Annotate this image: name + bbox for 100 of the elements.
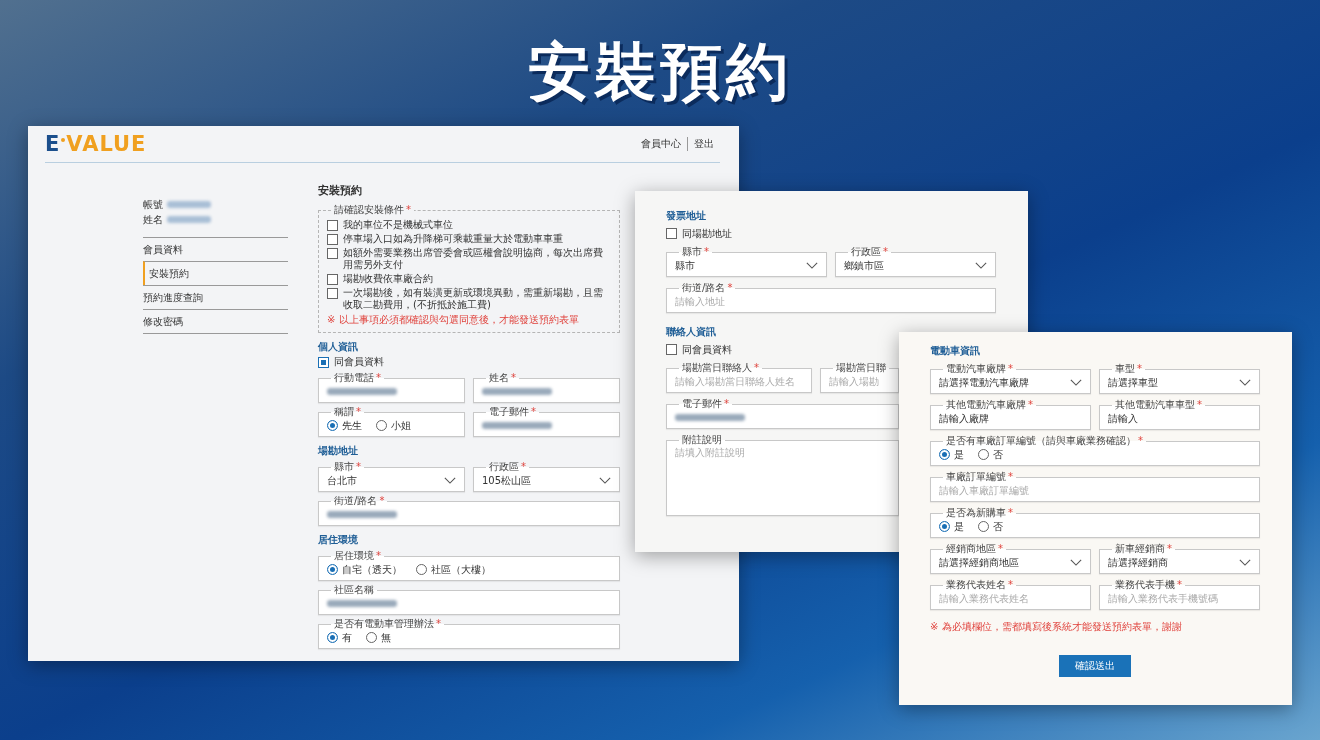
checkbox-label: 一次場勘後，如有裝潢更新或環境異動，需重新場勘，且需收取二勘費用，(不折抵於施工費) [343, 287, 604, 311]
checkbox[interactable] [327, 220, 338, 231]
placeholder-text: 請輸入地址 [675, 294, 725, 309]
field-label: 居住環境 * [333, 550, 382, 562]
sidebar-item[interactable]: 會員資料 [143, 237, 288, 261]
field-value: 105松山區 [482, 473, 532, 488]
radio-button[interactable] [366, 632, 377, 643]
field-label: 姓名 * [488, 372, 517, 384]
radio-label: 否 [993, 519, 1003, 534]
radio-button[interactable] [939, 521, 950, 532]
checkbox-label: 同會員資料 [682, 343, 732, 356]
field-label: 業務代表手機 * [1114, 579, 1183, 591]
checkbox-label: 同場勘地址 [682, 227, 732, 240]
select-field[interactable]: 縣市 * 縣市 [666, 246, 827, 277]
select-field[interactable]: 電動汽車廠牌 * 請選擇電動汽車廠牌 [930, 363, 1091, 394]
field-label: 是否為新購車 * [945, 507, 1014, 519]
checkbox[interactable] [327, 234, 338, 245]
select-field[interactable]: 行政區 * 鄉鎮市區 [835, 246, 996, 277]
account-label: 姓名 [143, 212, 163, 227]
input-field[interactable]: 其他電動汽車車型 * 請輸入 [1099, 399, 1260, 430]
placeholder-text: 請輸入業務代表姓名 [939, 591, 1029, 606]
radio-button[interactable] [376, 420, 387, 431]
nav-link[interactable]: 登出 [687, 137, 720, 151]
radio-button[interactable] [939, 449, 950, 460]
checkbox-label: 我的車位不是機械式車位 [343, 219, 453, 231]
radio-button[interactable] [327, 420, 338, 431]
chevron-down-icon [1070, 559, 1082, 566]
placeholder-text: 請輸入場勘 [829, 374, 879, 389]
sidebar-item[interactable]: 安裝預約 [143, 261, 288, 285]
select-field[interactable]: 新車經銷商 * 請選擇經銷商 [1099, 543, 1260, 574]
submit-button[interactable]: 確認送出 [1059, 655, 1131, 677]
field-label: 車廠訂單編號 * [945, 471, 1014, 483]
checkbox[interactable] [318, 357, 329, 368]
warning-note: ※ 為必填欄位，需都填寫後系統才能發送預約表單，謝謝 [930, 620, 1183, 633]
field-label: 業務代表姓名 * [945, 579, 1014, 591]
select-field[interactable]: 行政區 * 105松山區 [473, 461, 620, 492]
section-title: 聯絡人資訊 [666, 325, 717, 339]
nav-link[interactable]: 會員中心 [635, 137, 687, 151]
input-field[interactable]: 其他電動汽車廠牌 * 請輸入廠牌 [930, 399, 1091, 430]
form-title: 安裝預約 [318, 183, 363, 198]
chevron-down-icon [599, 477, 611, 484]
checkbox[interactable] [327, 248, 338, 259]
section-title: 個人資訊 [318, 340, 359, 354]
radio-button[interactable] [327, 632, 338, 643]
field-value: 請選擇電動汽車廠牌 [939, 375, 1029, 390]
field-label: 其他電動汽車廠牌 * [945, 399, 1034, 411]
section-title: 電動車資訊 [930, 344, 981, 358]
checkbox[interactable] [666, 228, 677, 239]
select-field[interactable]: 經銷商地區 * 請選擇經銷商地區 [930, 543, 1091, 574]
field-label: 新車經銷商 * [1114, 543, 1173, 555]
radio-label: 無 [381, 630, 391, 645]
placeholder-text: 請輸入車廠訂單編號 [939, 483, 1029, 498]
checkbox[interactable] [327, 274, 338, 285]
field-label: 行政區 * [488, 461, 527, 473]
input-field[interactable]: 業務代表手機 * 請輸入業務代表手機號碼 [1099, 579, 1260, 610]
section-title: 居住環境 [318, 533, 359, 547]
radio-button[interactable] [416, 564, 427, 575]
field-label: 街道/路名 * [681, 282, 734, 294]
chevron-down-icon [444, 477, 456, 484]
field-label: 是否有車廠訂單編號（請與車廠業務確認） * [945, 435, 1144, 447]
radio-button[interactable] [978, 521, 989, 532]
chevron-down-icon [1239, 559, 1251, 566]
radio-label: 有 [342, 630, 352, 645]
field-label: 社區名稱 [333, 584, 375, 596]
field-value: 請選擇經銷商地區 [939, 555, 1019, 570]
checkbox[interactable] [327, 288, 338, 299]
field-label: 行動電話 * [333, 372, 382, 384]
input-field[interactable]: 車廠訂單編號 * 請輸入車廠訂單編號 [930, 471, 1260, 502]
input-field[interactable]: 場勘當日聯絡人 * 請輸入場勘當日聯絡人姓名 [666, 362, 812, 393]
radio-label: 否 [993, 447, 1003, 462]
radio-label: 小姐 [391, 418, 411, 433]
placeholder-text: 請輸入場勘當日聯絡人姓名 [675, 374, 795, 389]
chevron-down-icon [975, 262, 987, 269]
input-field[interactable]: 姓名 * [473, 372, 620, 403]
checkbox[interactable] [666, 344, 677, 355]
input-field[interactable]: 業務代表姓名 * 請輸入業務代表姓名 [930, 579, 1091, 610]
radio-label: 自宅（透天） [342, 562, 402, 577]
input-field[interactable]: 行動電話 * [318, 372, 465, 403]
radio-button[interactable] [327, 564, 338, 575]
input-field[interactable]: 街道/路名 * [318, 495, 620, 526]
select-field[interactable]: 縣市 * 台北市 [318, 461, 465, 492]
checkbox-label: 場勘收費依車廠合約 [343, 273, 433, 285]
field-label: 其他電動汽車車型 * [1114, 399, 1203, 411]
input-field[interactable]: 場勘當日聯 請輸入場勘 [820, 362, 899, 393]
brand-logo[interactable]: E VALUE [45, 132, 147, 156]
radio-button[interactable] [978, 449, 989, 460]
select-field[interactable]: 車型 * 請選擇車型 [1099, 363, 1260, 394]
field-label: 場勘當日聯絡人 * [681, 362, 760, 374]
input-field[interactable]: 街道/路名 * 請輸入地址 [666, 282, 996, 313]
fieldset-legend: 請確認安裝條件 * [331, 204, 414, 216]
input-field[interactable]: 社區名稱 [318, 584, 620, 615]
textarea-field[interactable]: 附註說明 請填入附註說明 [666, 434, 899, 516]
field-label: 稱謂 * [333, 406, 362, 418]
sidebar-item[interactable]: 預約進度查詢 [143, 285, 288, 309]
input-field[interactable]: 電子郵件 * [473, 406, 620, 437]
field-label: 行政區 * [850, 246, 889, 258]
warning-note: ※ 以上事項必須都確認與勾選同意後，才能發送預約表單 [327, 314, 580, 326]
input-field[interactable]: 電子郵件 * [666, 398, 899, 429]
sidebar-item[interactable]: 修改密碼 [143, 309, 288, 333]
account-label: 帳號 [143, 197, 163, 212]
